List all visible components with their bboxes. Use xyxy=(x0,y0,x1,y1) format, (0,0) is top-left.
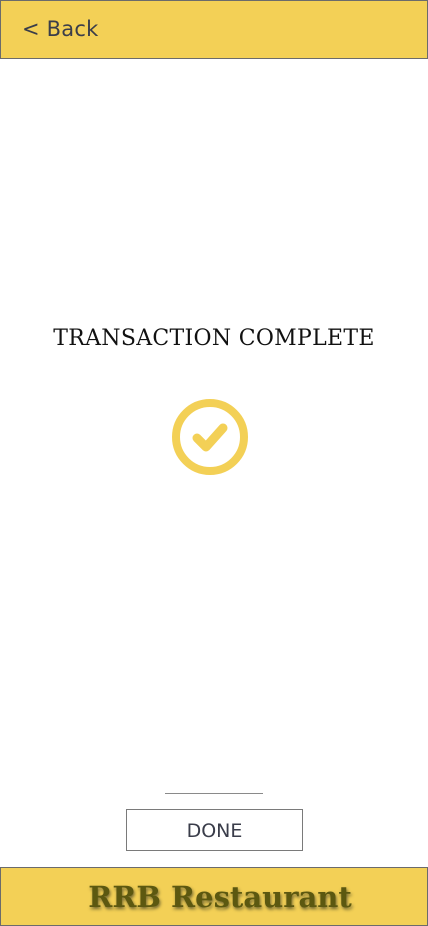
transaction-status-title: TRANSACTION COMPLETE xyxy=(53,326,375,351)
back-button[interactable]: < Back xyxy=(22,17,98,41)
brand-title: RRB Restaurant xyxy=(88,880,352,914)
top-bar: < Back xyxy=(0,0,428,59)
done-button[interactable]: DONE xyxy=(126,809,303,851)
check-circle-icon xyxy=(172,399,248,475)
footer-bar: RRB Restaurant xyxy=(0,867,428,926)
divider xyxy=(165,793,263,794)
